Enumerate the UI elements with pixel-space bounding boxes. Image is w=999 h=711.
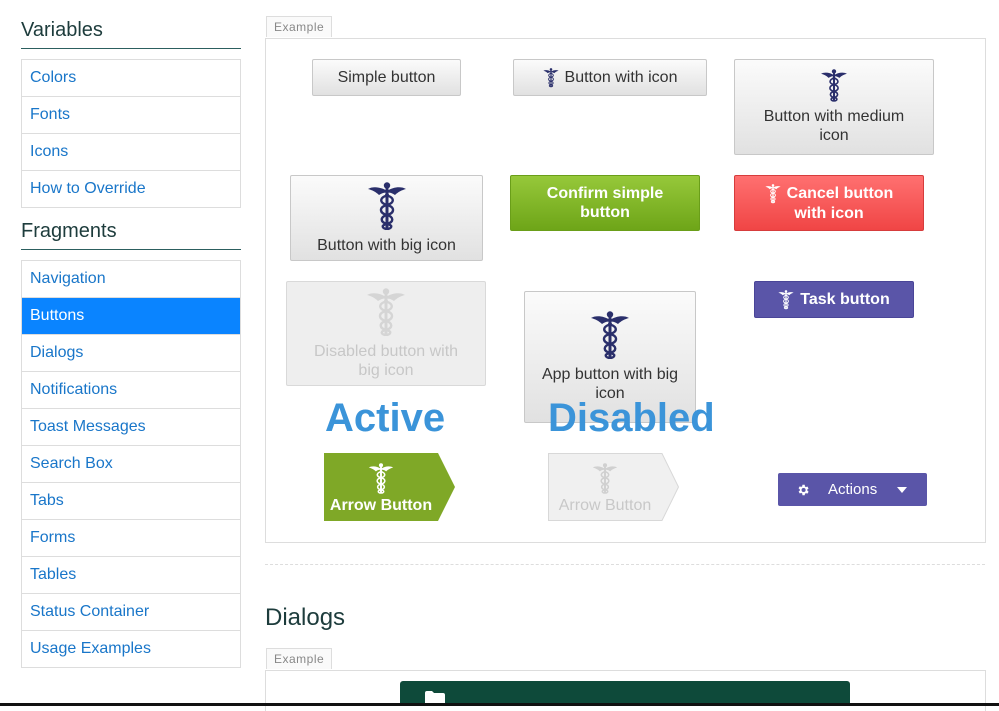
disabled-big-label-line2: big icon bbox=[358, 361, 414, 379]
arrow-button-disabled-label: Arrow Button bbox=[558, 497, 652, 514]
fragments-list: Navigation Buttons Dialogs Notifications… bbox=[21, 260, 241, 668]
cancel-label-line2: with icon bbox=[794, 204, 864, 222]
dialogs-section-title: Dialogs bbox=[265, 604, 346, 631]
task-button-label: Task button bbox=[800, 291, 890, 308]
sidebar-item-search-box[interactable]: Search Box bbox=[22, 446, 240, 483]
caduceus-icon bbox=[778, 289, 795, 310]
variables-list: Colors Fonts Icons How to Override bbox=[21, 59, 241, 208]
caduceus-icon bbox=[590, 311, 630, 361]
actions-button[interactable]: Actions bbox=[778, 473, 927, 506]
caret-down-icon bbox=[897, 486, 908, 493]
arrow-button[interactable]: Arrow Button bbox=[324, 453, 456, 521]
button-big-icon-label: Button with big icon bbox=[317, 236, 456, 254]
sidebar-item-forms[interactable]: Forms bbox=[22, 520, 240, 557]
simple-button[interactable]: Simple button bbox=[312, 59, 461, 96]
sidebar: Variables Colors Fonts Icons How to Over… bbox=[21, 0, 241, 680]
disabled-big-label-line1: Disabled button with bbox=[313, 342, 459, 360]
sidebar-item-buttons[interactable]: Buttons bbox=[22, 298, 240, 335]
caduceus-icon bbox=[366, 181, 407, 231]
button-with-medium-icon[interactable]: Button with medium icon bbox=[734, 59, 934, 155]
button-medium-label-line1: Button with medium bbox=[763, 108, 905, 125]
sidebar-item-tables[interactable]: Tables bbox=[22, 557, 240, 594]
sidebar-item-colors[interactable]: Colors bbox=[22, 60, 240, 97]
button-with-icon-label: Button with icon bbox=[564, 69, 678, 86]
sidebar-item-notifications[interactable]: Notifications bbox=[22, 372, 240, 409]
cancel-label-line1: Cancel button bbox=[786, 185, 894, 202]
caduceus-icon bbox=[542, 67, 559, 88]
task-button[interactable]: Task button bbox=[754, 281, 914, 318]
sidebar-item-toast-messages[interactable]: Toast Messages bbox=[22, 409, 240, 446]
active-label: Active bbox=[325, 396, 446, 440]
gear-icon bbox=[798, 484, 809, 495]
button-with-big-icon[interactable]: Button with big icon bbox=[290, 175, 483, 261]
variables-heading: Variables bbox=[21, 19, 241, 49]
button-with-icon[interactable]: Button with icon bbox=[513, 59, 707, 96]
sidebar-item-icons[interactable]: Icons bbox=[22, 134, 240, 171]
section-divider bbox=[265, 564, 985, 565]
confirm-simple-button[interactable]: Confirm simple button bbox=[510, 175, 700, 231]
example-tab: Example bbox=[266, 16, 333, 37]
fragments-heading: Fragments bbox=[21, 220, 241, 250]
disabled-label: Disabled bbox=[548, 396, 715, 440]
button-medium-label-line2: icon bbox=[819, 127, 849, 144]
confirm-label-line2: button bbox=[580, 204, 630, 221]
sidebar-item-status-container[interactable]: Status Container bbox=[22, 594, 240, 631]
caduceus-icon bbox=[592, 463, 618, 495]
actions-button-label: Actions bbox=[828, 481, 878, 498]
simple-button-label: Simple button bbox=[337, 69, 436, 86]
arrow-button-label: Arrow Button bbox=[329, 497, 433, 514]
cancel-button-with-icon[interactable]: Cancel button with icon bbox=[734, 175, 924, 231]
sidebar-item-tabs[interactable]: Tabs bbox=[22, 483, 240, 520]
caduceus-icon bbox=[820, 69, 848, 103]
caduceus-icon bbox=[368, 463, 394, 495]
caduceus-icon bbox=[764, 183, 781, 204]
confirm-label-line1: Confirm simple bbox=[546, 185, 664, 202]
sidebar-item-how-to-override[interactable]: How to Override bbox=[22, 171, 240, 207]
disabled-big-icon-button: Disabled button with big icon bbox=[286, 281, 486, 386]
sidebar-item-fonts[interactable]: Fonts bbox=[22, 97, 240, 134]
sidebar-item-usage-examples[interactable]: Usage Examples bbox=[22, 631, 240, 667]
dialogs-example-tab: Example bbox=[266, 648, 333, 669]
sidebar-item-dialogs[interactable]: Dialogs bbox=[22, 335, 240, 372]
arrow-button-disabled: Arrow Button bbox=[548, 453, 680, 521]
caduceus-icon bbox=[366, 287, 406, 337]
sidebar-item-navigation[interactable]: Navigation bbox=[22, 261, 240, 298]
app-button-label-line1: App button with big bbox=[541, 366, 679, 383]
